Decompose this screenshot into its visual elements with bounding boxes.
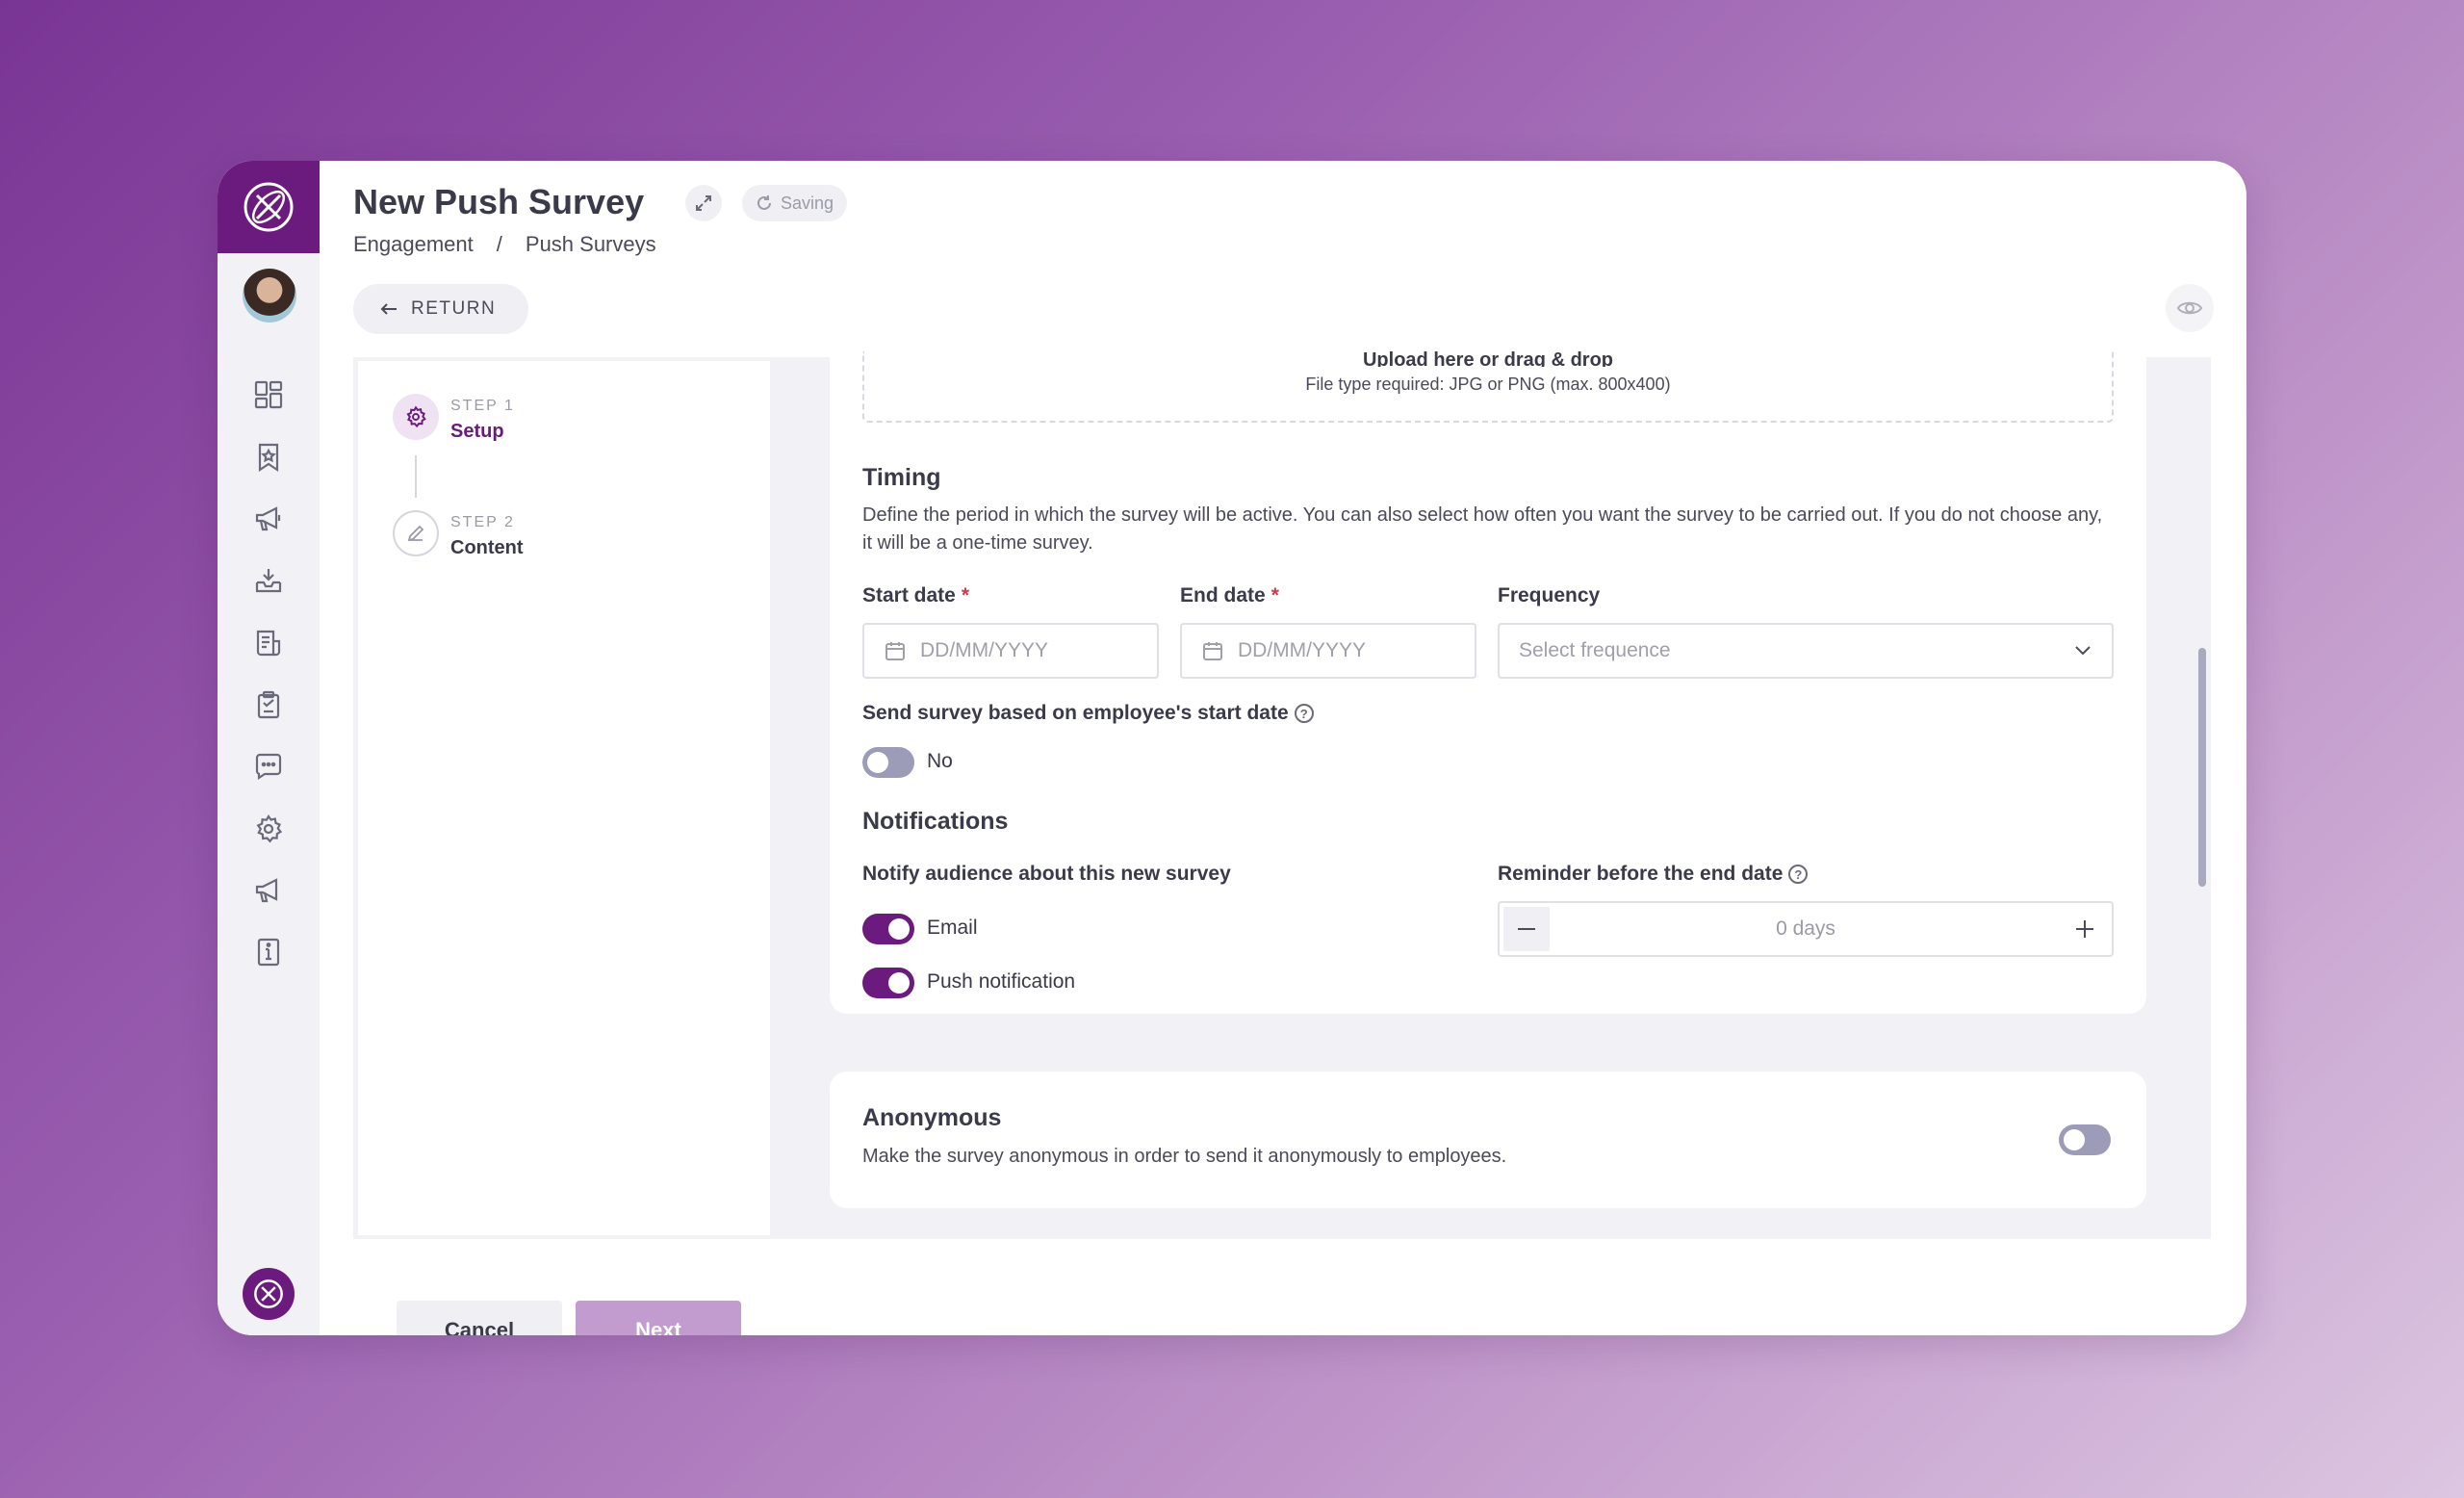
pencil-icon [407,525,424,542]
breadcrumb-separator: / [496,232,502,256]
badge-icon[interactable] [247,436,290,478]
employee-start-date-toggle-label: No [927,750,953,772]
employee-start-date-label: Send survey based on employee's start da… [862,702,1314,725]
notify-audience-label: Notify audience about this new survey [862,863,1231,885]
toggle-knob [2064,1129,2085,1150]
breadcrumb-push-surveys[interactable]: Push Surveys [526,232,656,257]
minus-icon [1518,928,1535,930]
reminder-label: Reminder before the end date ? [1498,863,1809,886]
anonymous-card: Anonymous Make the survey anonymous in o… [830,1072,2146,1208]
logo-small-icon [254,1279,283,1308]
start-date-placeholder: DD/MM/YYYY [920,639,1049,661]
end-date-placeholder: DD/MM/YYYY [1238,639,1367,661]
return-label: RETURN [411,298,497,319]
gear-icon[interactable] [247,808,290,850]
plus-icon [2076,920,2093,938]
required-asterisk: * [961,584,970,607]
scrollbar[interactable] [2198,648,2206,887]
employee-start-date-text: Send survey based on employee's start da… [862,702,1289,724]
page-title: New Push Survey [353,182,645,221]
info-icon[interactable] [247,931,290,973]
clipboard-check-icon[interactable] [247,684,290,726]
megaphone-icon[interactable] [247,498,290,540]
cancel-button[interactable]: Cancel [397,1301,562,1335]
gear-icon [406,405,426,428]
breadcrumb: Engagement / Push Surveys [353,232,656,257]
help-icon[interactable]: ? [1788,865,1809,884]
frequency-placeholder: Select frequence [1519,639,1671,661]
campaign-icon[interactable] [247,869,290,912]
bottom-logo[interactable] [243,1268,295,1320]
anonymous-description: Make the survey anonymous in order to se… [862,1146,1507,1167]
upload-title: Upload here or drag & drop [1362,349,1614,367]
saving-label: Saving [781,193,834,213]
document-icon[interactable] [247,622,290,664]
step-connector [415,455,417,498]
reminder-days-stepper: 0 days [1498,901,2114,957]
sidebar [218,161,320,1335]
required-asterisk: * [1270,584,1279,607]
frequency-select[interactable]: Select frequence [1498,623,2114,679]
setup-form-card: Upload here or drag & drop File type req… [830,349,2146,1014]
step-1-name: Setup [450,421,504,442]
chevron-down-icon [2075,646,2091,656]
eye-icon [2176,301,2203,315]
step-2-number: STEP 2 [450,514,515,530]
toggle-knob [888,972,910,994]
toggle-knob [867,752,888,773]
start-date-label: Start date * [862,584,969,607]
anonymous-heading: Anonymous [862,1104,1002,1131]
expand-icon [696,195,711,211]
preview-button[interactable] [2166,284,2214,332]
step-content[interactable]: STEP 2 Content [393,510,524,559]
breadcrumb-engagement[interactable]: Engagement [353,232,474,257]
arrow-left-icon [380,303,397,315]
upload-hint: File type required: JPG or PNG (max. 800… [1305,374,1671,394]
end-date-label-text: End date [1180,584,1266,607]
return-button[interactable]: RETURN [353,284,529,334]
avatar[interactable] [243,269,296,323]
decrement-button[interactable] [1503,907,1550,951]
step-2-name: Content [450,537,524,558]
dashboard-icon[interactable] [247,374,290,416]
calendar-icon [1203,642,1222,660]
start-date-input[interactable]: DD/MM/YYYY [862,623,1159,679]
inbox-download-icon[interactable] [247,559,290,602]
frequency-label: Frequency [1498,584,1601,607]
app-logo[interactable] [218,161,320,253]
steps-panel: STEP 1 Setup STEP 2 Content Cancel Next [358,361,770,1335]
employee-start-date-toggle[interactable] [862,747,914,778]
logo-icon [244,182,294,232]
saving-status-badge: Saving [742,185,848,221]
image-upload-dropzone[interactable]: Upload here or drag & drop File type req… [862,349,2114,423]
timing-heading: Timing [862,464,941,491]
step-setup[interactable]: STEP 1 Setup [393,394,515,443]
toggle-knob [888,918,910,940]
next-button[interactable]: Next [576,1301,741,1335]
notifications-heading: Notifications [862,808,1009,835]
push-notification-toggle-label: Push notification [927,970,1076,993]
push-notification-toggle[interactable] [862,968,914,998]
anonymous-toggle[interactable] [2059,1124,2111,1155]
step-setup-indicator [393,394,439,440]
increment-button[interactable] [2062,907,2108,951]
reminder-days-value[interactable]: 0 days [1776,917,1835,941]
refresh-icon [757,195,771,210]
email-toggle-label: Email [927,917,978,939]
end-date-label: End date * [1180,584,1279,607]
timing-description: Define the period in which the survey wi… [862,504,2103,554]
email-toggle[interactable] [862,914,914,944]
start-date-label-text: Start date [862,584,956,607]
end-date-input[interactable]: DD/MM/YYYY [1180,623,1476,679]
chat-icon[interactable] [247,745,290,788]
app-window: New Push Survey Saving Engagement / Push… [218,161,2246,1335]
calendar-icon [886,642,905,660]
help-icon[interactable]: ? [1294,704,1314,723]
expand-button[interactable] [685,185,722,221]
step-1-number: STEP 1 [450,398,515,414]
step-content-indicator [393,510,439,556]
reminder-label-text: Reminder before the end date [1498,863,1784,885]
